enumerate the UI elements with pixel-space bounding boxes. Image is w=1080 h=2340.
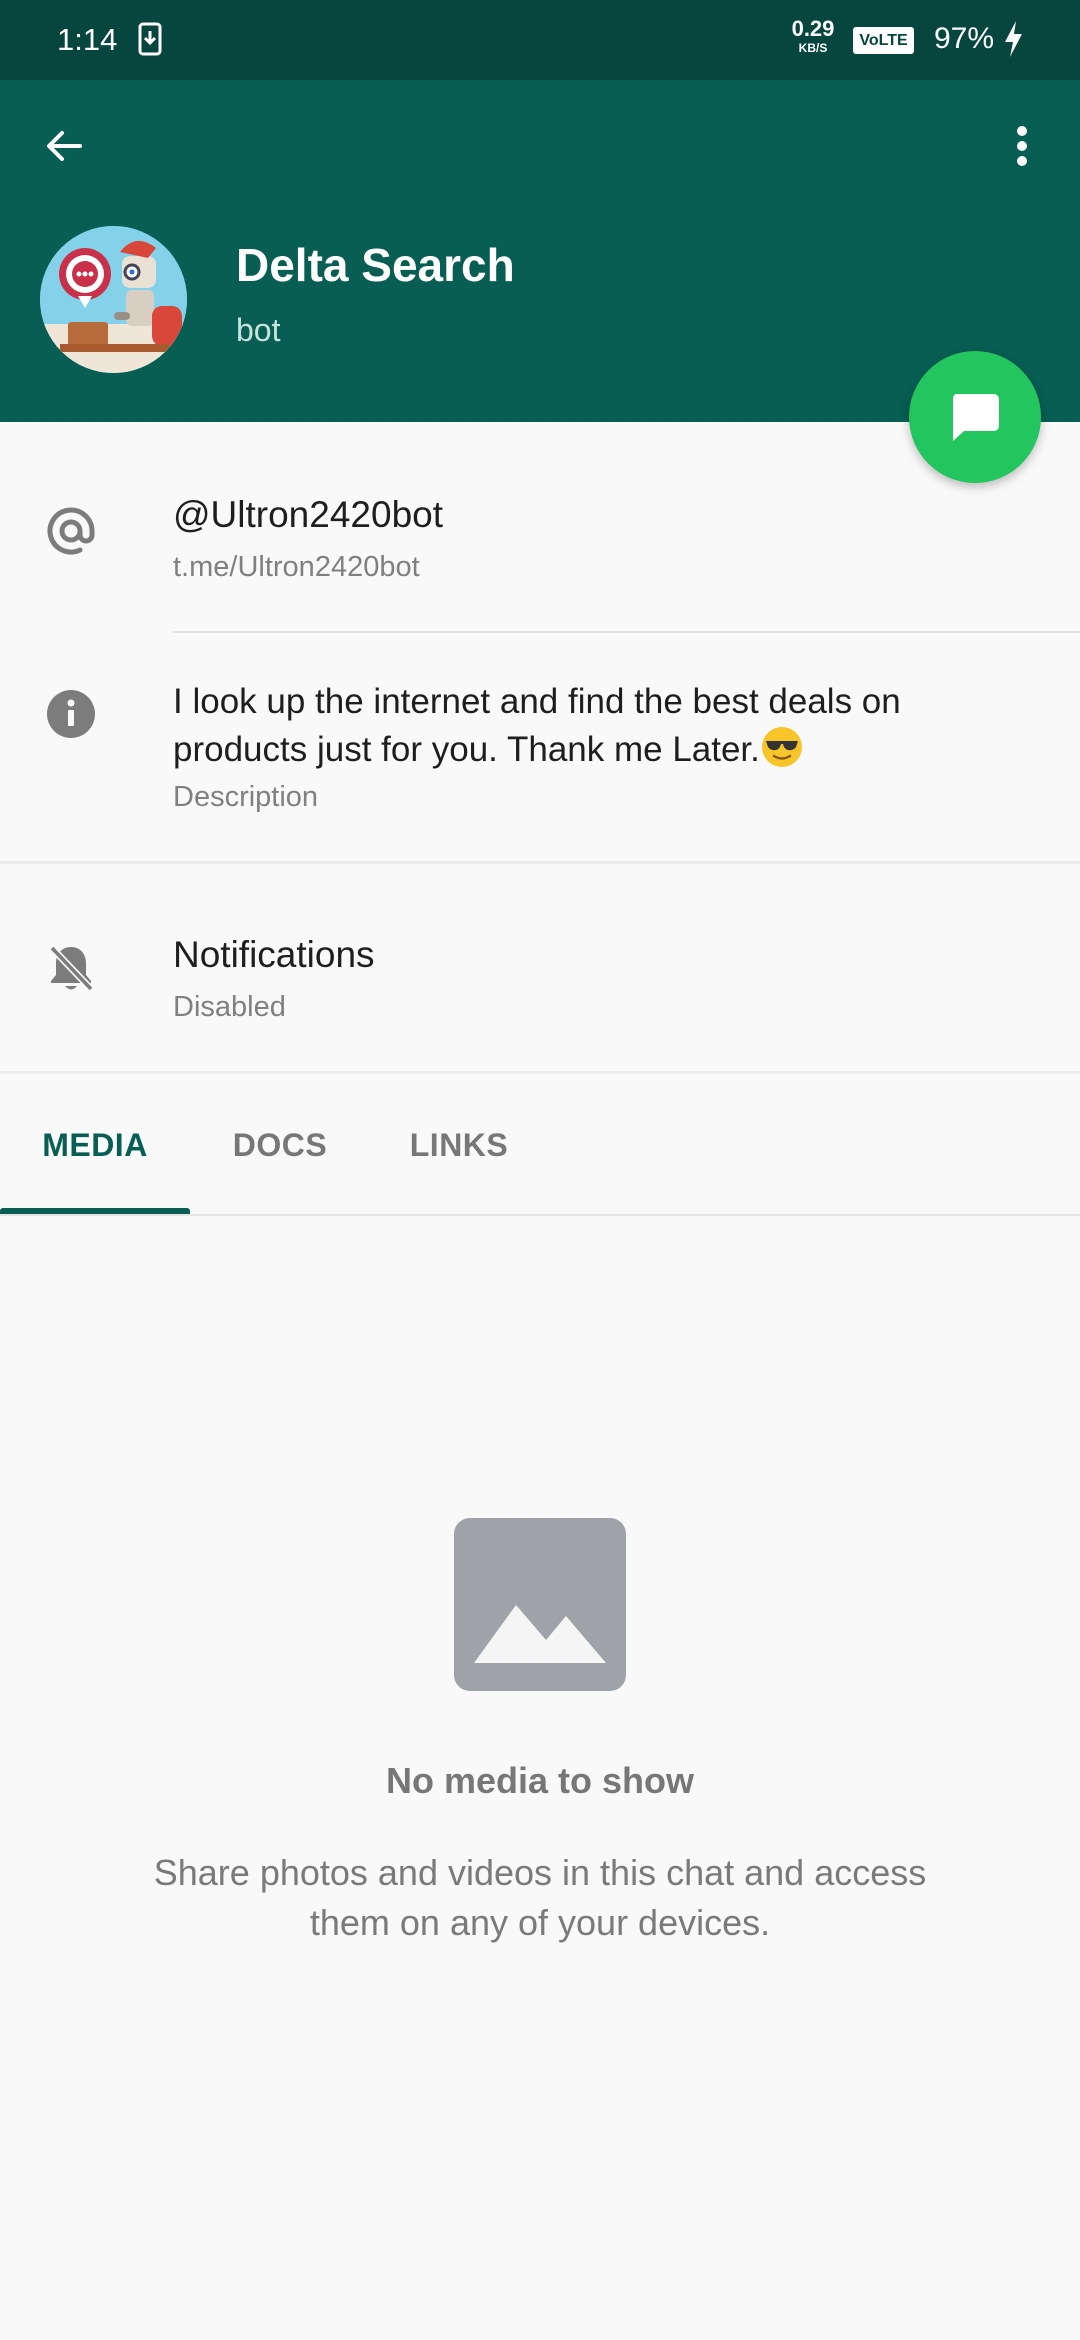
bell-off-icon	[44, 942, 98, 996]
bot-avatar-image	[40, 226, 187, 373]
send-message-button[interactable]	[909, 351, 1041, 483]
media-tabs: MEDIA DOCS LINKS	[0, 1076, 1080, 1216]
description-row[interactable]: I look up the internet and find the best…	[0, 633, 1080, 861]
network-speed-unit: KB/S	[798, 41, 828, 55]
info-icon	[44, 687, 98, 741]
download-notification-icon	[138, 22, 162, 56]
network-speed-value: 0.29	[791, 16, 835, 41]
status-time: 1:14	[57, 22, 118, 57]
charging-icon	[1005, 21, 1022, 57]
message-icon	[952, 394, 999, 441]
description-text: I look up the internet and find the best…	[173, 678, 993, 773]
tab-media[interactable]: MEDIA	[0, 1076, 190, 1214]
bot-subtitle: bot	[236, 312, 281, 348]
username: @Ultron2420bot	[173, 494, 444, 535]
status-bar: 1:14 0.29 KB/S VoLTE 97%	[0, 0, 1080, 80]
more-vertical-icon	[1017, 126, 1027, 166]
section-divider	[0, 1071, 1080, 1074]
description-label: Description	[173, 781, 319, 813]
more-options-button[interactable]	[990, 114, 1054, 178]
bot-name: Delta Search	[236, 239, 515, 291]
notifications-row[interactable]: Notifications Disabled	[0, 864, 1080, 1072]
notifications-status: Disabled	[173, 991, 286, 1023]
at-sign-icon	[44, 504, 98, 558]
battery-level: 97%	[934, 22, 995, 55]
tab-links[interactable]: LINKS	[370, 1076, 548, 1214]
notifications-title: Notifications	[173, 934, 375, 975]
username-link: t.me/Ultron2420bot	[173, 551, 420, 583]
empty-state-title: No media to show	[385, 1760, 695, 1801]
avatar[interactable]	[40, 226, 187, 373]
image-icon	[454, 1518, 626, 1691]
volte-badge: VoLTE	[853, 27, 914, 54]
back-button[interactable]	[32, 114, 96, 178]
arrow-left-icon	[47, 131, 82, 161]
empty-state-text: Share photos and videos in this chat and…	[153, 1852, 927, 1943]
network-speed: 0.29 KB/S	[786, 16, 840, 55]
profile-header: Delta Search bot	[0, 80, 1080, 422]
tab-docs[interactable]: DOCS	[200, 1076, 360, 1214]
active-tab-indicator	[0, 1208, 190, 1214]
username-row[interactable]: @Ultron2420bot t.me/Ultron2420bot	[0, 422, 1080, 632]
sunglasses-emoji-icon	[761, 727, 802, 767]
